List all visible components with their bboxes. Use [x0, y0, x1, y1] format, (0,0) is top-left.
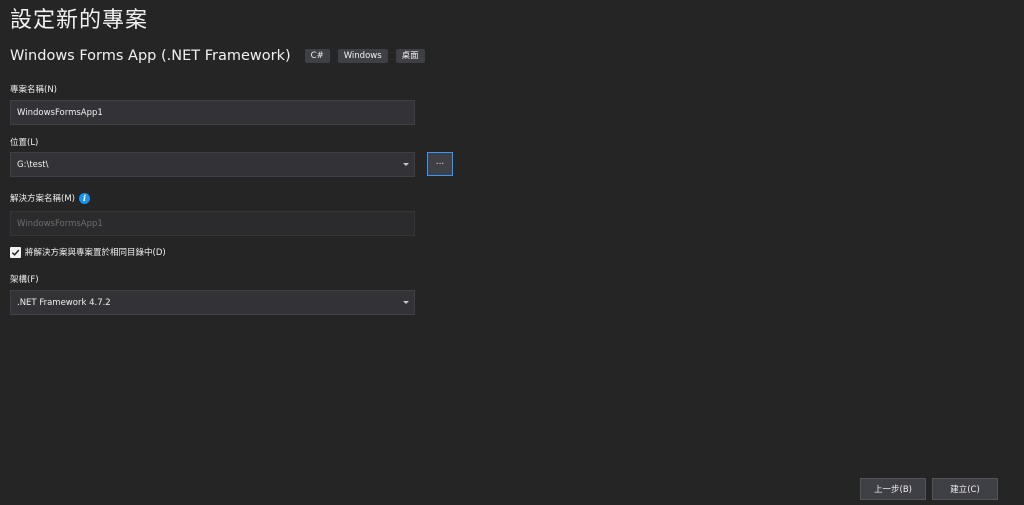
page-title: 設定新的專案 — [10, 8, 149, 33]
location-value: G:\test\ — [17, 159, 49, 170]
create-button[interactable]: 建立(C) — [932, 478, 998, 500]
tag-language: C# — [304, 48, 330, 64]
info-icon[interactable]: i — [78, 192, 90, 204]
template-header: Windows Forms App (.NET Framework) C# Wi… — [10, 48, 425, 64]
project-name-input[interactable] — [10, 100, 415, 125]
chevron-down-icon[interactable] — [403, 301, 409, 304]
project-name-label: 專案名稱(N) — [10, 83, 57, 95]
location-combobox[interactable]: G:\test\ — [10, 152, 415, 177]
solution-name-label: 解決方案名稱(M) i — [10, 192, 90, 204]
template-name: Windows Forms App (.NET Framework) — [10, 48, 291, 64]
same-directory-checkbox[interactable] — [10, 246, 21, 258]
browse-button[interactable]: ... — [427, 152, 453, 176]
framework-combobox[interactable]: .NET Framework 4.7.2 — [10, 290, 415, 315]
framework-label: 架構(F) — [10, 273, 39, 285]
same-directory-label: 將解決方案與專案置於相同目錄中(D) — [25, 248, 166, 258]
solution-name-input[interactable] — [10, 211, 415, 236]
framework-label-text: 架構(F) — [10, 275, 39, 285]
location-label: 位置(L) — [10, 136, 38, 148]
same-directory-option[interactable]: 將解決方案與專案置於相同目錄中(D) — [10, 246, 166, 258]
location-label-text: 位置(L) — [10, 138, 39, 148]
project-name-label-text: 專案名稱(N) — [10, 85, 57, 95]
checkmark-icon — [11, 249, 20, 256]
back-button[interactable]: 上一步(B) — [860, 478, 926, 500]
new-project-dialog: 設定新的專案 Windows Forms App (.NET Framework… — [0, 0, 1024, 505]
solution-name-label-text: 解決方案名稱(M) — [10, 194, 75, 204]
tag-platform: Windows — [337, 48, 388, 64]
framework-value: .NET Framework 4.7.2 — [17, 297, 111, 308]
chevron-down-icon[interactable] — [403, 163, 409, 166]
tag-project-type: 桌面 — [395, 48, 425, 64]
